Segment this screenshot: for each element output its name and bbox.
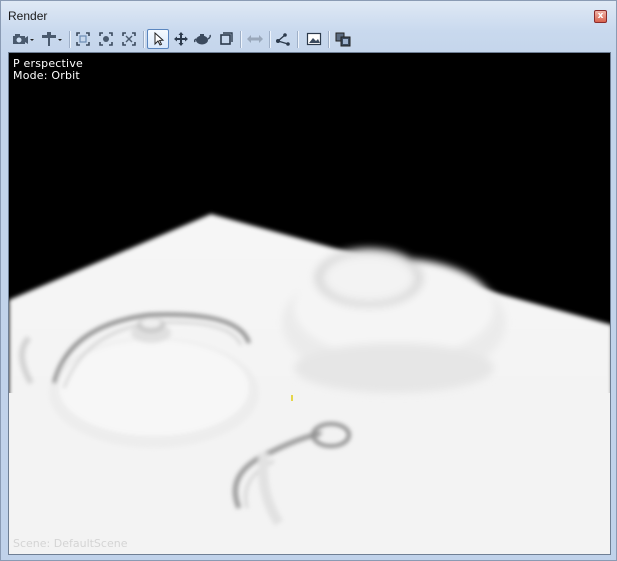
frame-selected-button[interactable] [96,29,116,49]
frame-all-button[interactable] [73,29,93,49]
zoom-extents-button[interactable] [119,29,139,49]
node-link-button[interactable] [273,29,293,49]
node-link-icon [276,33,290,46]
toolbar-separator [328,31,329,48]
render-window: Render x P erspective Mode: Orbit Scene:… [0,0,617,561]
cursor-arrow-icon [154,31,165,46]
scale-box-icon [220,32,233,45]
camera-icon [13,34,34,44]
scene-label: Scene: DefaultScene [13,537,128,550]
toolbar-separator [297,31,298,48]
select-tool-button[interactable] [147,29,169,49]
frame-selected-icon [99,32,113,46]
render-viewport[interactable]: P erspective Mode: Orbit Scene: DefaultS… [8,52,611,555]
transform-button[interactable] [245,29,265,49]
scale-tool-button[interactable] [216,29,236,49]
toolbar-separator [269,31,270,48]
rotate-teapot-icon [194,34,211,45]
title-bar[interactable]: Render x [1,1,616,28]
toolbar [7,28,611,51]
toolbar-separator [143,31,144,48]
light-dropdown-button[interactable] [37,29,65,49]
scene-render [9,214,610,554]
window-title: Render [8,9,48,23]
frame-all-icon [76,32,90,46]
image-icon [306,32,322,46]
layers-icon [335,32,351,47]
image-button[interactable] [304,29,324,49]
mode-label: Mode: Orbit [13,69,80,82]
move-tool-button[interactable] [171,29,191,49]
toolbar-separator [69,31,70,48]
zoom-extents-icon [122,32,136,46]
transform-icon [247,35,263,43]
close-button[interactable]: x [594,10,607,23]
layers-button[interactable] [333,29,353,49]
move-arrows-icon [174,32,188,46]
rotate-tool-button[interactable] [193,29,213,49]
toolbar-separator [240,31,241,48]
close-icon: x [597,11,604,21]
camera-dropdown-button[interactable] [9,29,37,49]
light-icon [42,32,62,46]
